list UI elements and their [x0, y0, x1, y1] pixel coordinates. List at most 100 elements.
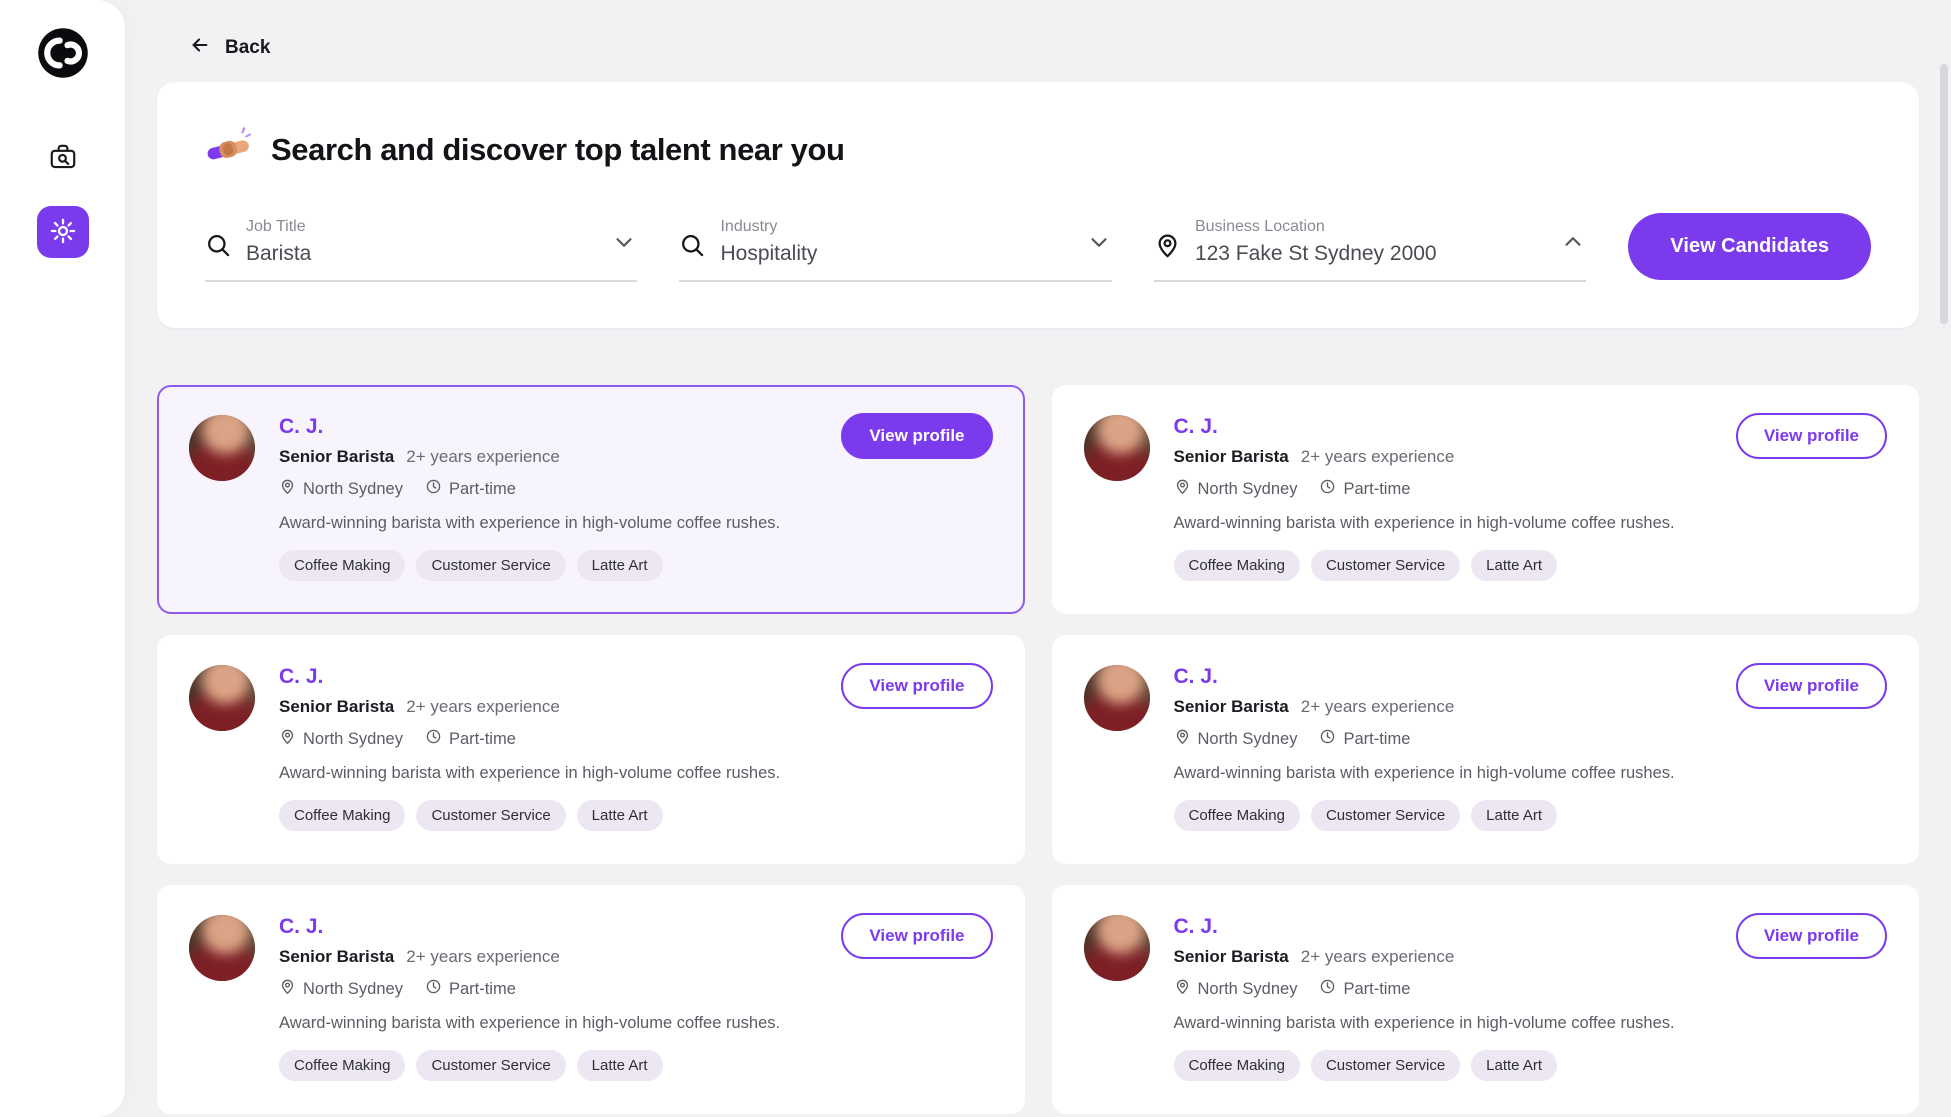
search-fields-row: Job Title Barista Industry Hosp	[205, 213, 1871, 282]
candidate-title: Senior Barista	[279, 947, 394, 967]
business-location-label: Business Location	[1195, 218, 1546, 236]
location-pin-icon	[279, 728, 296, 750]
candidate-card[interactable]: C. J. Senior Barista 2+ years experience	[157, 385, 1025, 614]
business-location-field[interactable]: Business Location 123 Fake St Sydney 200…	[1154, 218, 1586, 282]
candidate-title: Senior Barista	[279, 447, 394, 467]
brand-logo-icon	[36, 26, 90, 80]
candidate-card[interactable]: C. J. Senior Barista 2+ years experience	[157, 635, 1025, 864]
candidate-employment-type: Part-time	[425, 978, 516, 1000]
candidate-card[interactable]: C. J. Senior Barista 2+ years experience	[1052, 385, 1920, 614]
chevron-down-icon[interactable]	[1086, 229, 1112, 260]
briefcase-search-icon	[48, 142, 78, 175]
candidate-avatar	[1084, 415, 1150, 481]
skill-tag: Customer Service	[416, 1050, 565, 1081]
job-title-field[interactable]: Job Title Barista	[205, 218, 637, 282]
candidate-card[interactable]: C. J. Senior Barista 2+ years experience	[1052, 885, 1920, 1114]
clock-icon	[1319, 978, 1336, 1000]
scrollbar-thumb[interactable]	[1940, 64, 1948, 324]
candidate-description: Award-winning barista with experience in…	[1174, 514, 1888, 533]
sidebar-item-job-search[interactable]	[37, 132, 89, 184]
skill-tag: Coffee Making	[1174, 1050, 1300, 1081]
view-profile-button[interactable]: View profile	[841, 413, 992, 459]
job-title-value: Barista	[246, 242, 597, 266]
candidate-card[interactable]: C. J. Senior Barista 2+ years experience	[157, 885, 1025, 1114]
industry-label: Industry	[720, 218, 1071, 236]
skill-tag: Customer Service	[416, 800, 565, 831]
candidate-skills: Coffee Making Customer Service Latte Art	[279, 550, 993, 581]
clock-icon	[425, 728, 442, 750]
candidate-title: Senior Barista	[1174, 697, 1289, 717]
clock-icon	[1319, 478, 1336, 500]
skill-tag: Customer Service	[1311, 1050, 1460, 1081]
business-location-value: 123 Fake St Sydney 2000	[1195, 242, 1546, 266]
candidate-location: North Sydney	[279, 728, 403, 750]
back-row: Back	[157, 34, 1919, 62]
clock-icon	[1319, 728, 1336, 750]
skill-tag: Customer Service	[416, 550, 565, 581]
skill-tag: Customer Service	[1311, 800, 1460, 831]
chevron-up-icon[interactable]	[1560, 229, 1586, 260]
skill-tag: Latte Art	[577, 550, 663, 581]
candidate-employment-type: Part-time	[1319, 728, 1410, 750]
candidate-description: Award-winning barista with experience in…	[279, 1014, 993, 1033]
search-icon	[679, 232, 706, 264]
clock-icon	[425, 478, 442, 500]
industry-value: Hospitality	[720, 242, 1071, 266]
view-profile-button[interactable]: View profile	[1736, 663, 1887, 709]
chevron-down-icon[interactable]	[611, 229, 637, 260]
page-title: Search and discover top talent near you	[271, 132, 845, 168]
location-pin-icon	[1174, 478, 1191, 500]
skill-tag: Customer Service	[1311, 550, 1460, 581]
skill-tag: Coffee Making	[279, 800, 405, 831]
search-panel: Search and discover top talent near you …	[157, 82, 1919, 328]
candidate-experience: 2+ years experience	[1301, 447, 1455, 467]
arrow-left-icon	[189, 34, 211, 62]
clock-icon	[425, 978, 442, 1000]
job-title-label: Job Title	[246, 218, 597, 236]
view-profile-button[interactable]: View profile	[1736, 413, 1887, 459]
view-candidates-button[interactable]: View Candidates	[1628, 213, 1871, 280]
view-profile-button[interactable]: View profile	[841, 913, 992, 959]
view-profile-button[interactable]: View profile	[1736, 913, 1887, 959]
back-button[interactable]: Back	[189, 34, 270, 62]
candidate-employment-type: Part-time	[425, 478, 516, 500]
main-content: Back Search and discover top talent near…	[125, 0, 1951, 1117]
industry-field[interactable]: Industry Hospitality	[679, 218, 1111, 282]
candidate-grid: C. J. Senior Barista 2+ years experience	[157, 385, 1919, 1114]
location-pin-icon	[279, 478, 296, 500]
candidate-skills: Coffee Making Customer Service Latte Art	[279, 1050, 993, 1081]
candidate-skills: Coffee MakingCustomer ServiceLatte Art	[1174, 550, 1888, 581]
candidate-experience: 2+ years experience	[1301, 697, 1455, 717]
candidate-avatar	[189, 915, 255, 981]
candidate-title: Senior Barista	[1174, 447, 1289, 467]
skill-tag: Coffee Making	[1174, 800, 1300, 831]
candidate-skills: Coffee Making Customer Service Latte Art	[1174, 800, 1888, 831]
handshake-icon	[205, 124, 251, 175]
skill-tag: Latte Art	[577, 1050, 663, 1081]
candidate-avatar	[189, 415, 255, 481]
location-pin-icon	[1174, 728, 1191, 750]
skill-tag: Coffee Making	[279, 1050, 405, 1081]
candidate-card[interactable]: C. J. Senior Barista 2+ years experience	[1052, 635, 1920, 864]
candidate-employment-type: Part-time	[1319, 978, 1410, 1000]
candidate-description: Award-winning barista with experience in…	[279, 764, 993, 783]
skill-tag: Latte Art	[1471, 550, 1557, 581]
candidate-description: Award-winning barista with experience in…	[279, 514, 993, 533]
candidate-location: North Sydney	[1174, 978, 1298, 1000]
gear-icon	[49, 217, 77, 248]
candidate-employment-type: Part-time	[1319, 478, 1410, 500]
candidate-skills: Coffee MakingCustomer ServiceLatte Art	[1174, 1050, 1888, 1081]
panel-heading: Search and discover top talent near you	[205, 124, 1871, 175]
view-profile-button[interactable]: View profile	[841, 663, 992, 709]
skill-tag: Coffee Making	[279, 550, 405, 581]
location-pin-icon	[1154, 232, 1181, 264]
candidate-avatar	[1084, 665, 1150, 731]
brand-logo[interactable]	[36, 26, 90, 80]
candidate-experience: 2+ years experience	[406, 947, 560, 967]
candidate-avatar	[1084, 915, 1150, 981]
candidate-location: North Sydney	[279, 978, 403, 1000]
candidate-location: North Sydney	[1174, 478, 1298, 500]
candidate-experience: 2+ years experience	[406, 447, 560, 467]
skill-tag: Latte Art	[1471, 800, 1557, 831]
sidebar-item-settings[interactable]	[37, 206, 89, 258]
